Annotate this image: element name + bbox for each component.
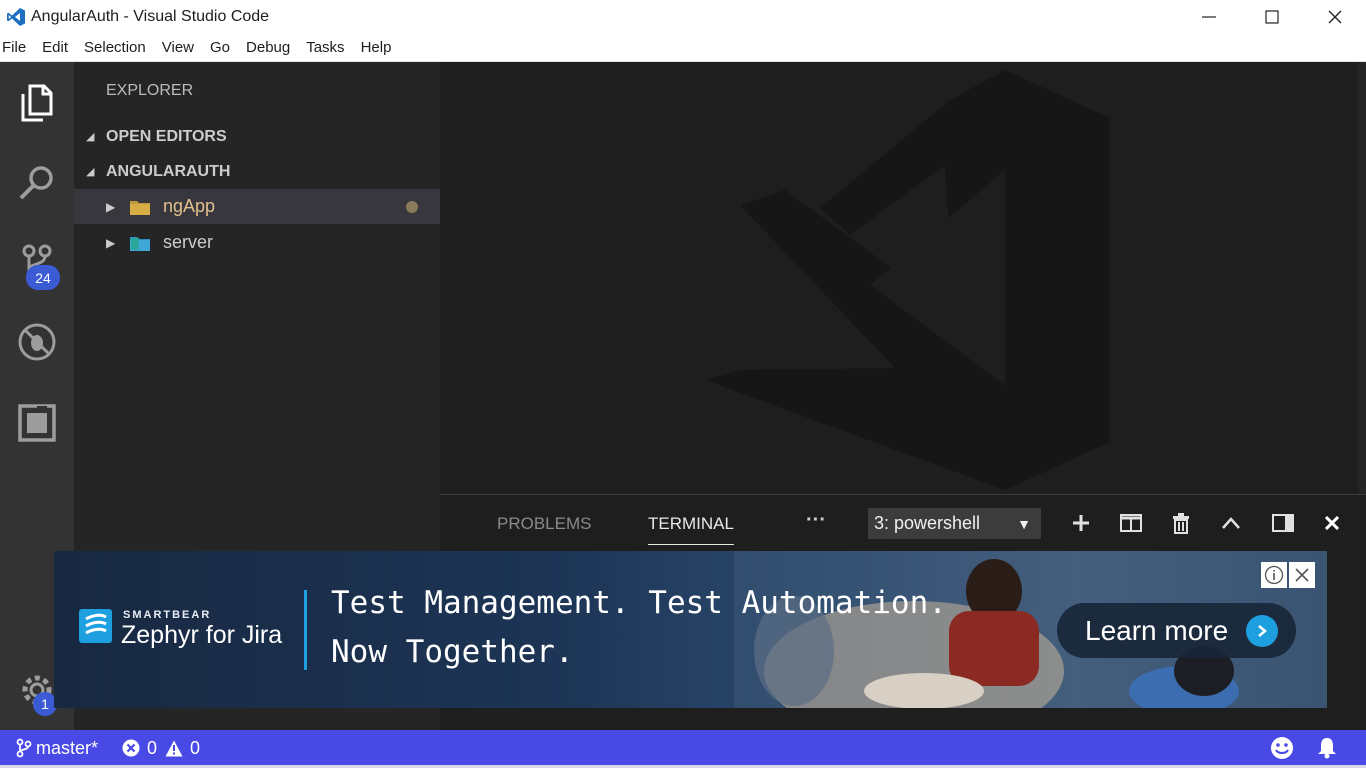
- error-icon: [122, 739, 140, 757]
- search-icon: [19, 166, 53, 200]
- ad-brand-product: Zephyr for Jira: [121, 621, 283, 649]
- git-branch-icon: [16, 738, 32, 758]
- open-editors-label: OPEN EDITORS: [106, 127, 227, 145]
- terminal-select-value: 3: powershell: [874, 513, 981, 533]
- ad-info-button[interactable]: [1261, 562, 1287, 588]
- tree-item-label: server: [163, 232, 214, 252]
- ad-divider: [304, 590, 307, 670]
- activity-extensions[interactable]: [0, 388, 74, 458]
- sidebar-title: EXPLORER: [106, 82, 194, 99]
- vscode-logo-icon: [5, 6, 27, 28]
- tree-item-ngapp[interactable]: ▶ ngApp: [74, 189, 440, 224]
- warning-icon: [165, 740, 183, 756]
- learn-more-button[interactable]: Learn more: [1057, 603, 1296, 658]
- error-count: 0: [147, 737, 158, 758]
- vscode-watermark-icon: [705, 70, 1110, 490]
- collapse-icon: ◢: [86, 131, 95, 143]
- menu-bar: File Edit Selection View Go Debug Tasks …: [0, 33, 1366, 62]
- menu-selection[interactable]: Selection: [84, 39, 146, 56]
- tab-problems[interactable]: PROBLEMS: [497, 514, 591, 534]
- workspace-folder-section[interactable]: ◢ ANGULARAUTH: [74, 154, 440, 189]
- tree-item-label: ngApp: [163, 196, 216, 216]
- close-icon: [1328, 10, 1341, 23]
- maximize-button[interactable]: [1240, 0, 1303, 33]
- tab-terminal[interactable]: TERMINAL: [648, 514, 734, 545]
- minimize-button[interactable]: [1177, 0, 1240, 33]
- modified-indicator-icon: [406, 200, 418, 213]
- warning-count: 0: [190, 737, 201, 758]
- close-window-button[interactable]: [1303, 0, 1366, 33]
- debug-icon: [18, 323, 56, 361]
- smiley-icon: [1271, 737, 1293, 759]
- split-terminal-button[interactable]: [1117, 509, 1145, 537]
- window-title: AngularAuth - Visual Studio Code: [31, 7, 270, 25]
- ad-brand-company: SMARTBEAR: [123, 609, 212, 621]
- ad-banner[interactable]: SMARTBEAR Zephyr for Jira Test Managemen…: [54, 551, 1327, 708]
- more-actions-button[interactable]: ···: [806, 509, 826, 532]
- chevron-right-icon: [1246, 615, 1278, 647]
- open-editors-section[interactable]: ◢ OPEN EDITORS: [74, 119, 440, 154]
- chevron-down-icon: ▼: [1017, 515, 1031, 532]
- explorer-icon: [21, 84, 53, 122]
- close-icon: [1295, 568, 1309, 582]
- minimize-icon: [1201, 15, 1216, 18]
- ad-headline-line1: Test Management. Test Automation.: [331, 585, 947, 621]
- ad-headline-line2: Now Together.: [331, 634, 574, 670]
- activity-debug[interactable]: [0, 307, 74, 377]
- menu-debug[interactable]: Debug: [246, 39, 290, 56]
- menu-tasks[interactable]: Tasks: [306, 39, 344, 56]
- extensions-icon: [18, 404, 56, 442]
- server-folder-icon: [129, 234, 151, 252]
- menu-view[interactable]: View: [162, 39, 194, 56]
- source-control-badge: 24: [26, 265, 60, 290]
- info-icon: [1264, 565, 1284, 585]
- activity-search[interactable]: [0, 148, 74, 218]
- folder-icon: [129, 198, 151, 216]
- toggle-panel-position-icon: [1272, 514, 1294, 532]
- workspace-folder-label: ANGULARAUTH: [106, 162, 231, 180]
- menu-file[interactable]: File: [2, 39, 26, 56]
- status-bar: master* 0 0: [0, 730, 1366, 768]
- zephyr-logo-icon: [79, 609, 112, 643]
- feedback-button[interactable]: [1270, 730, 1294, 766]
- expand-icon: ▶: [106, 199, 116, 214]
- kill-terminal-icon: [1173, 513, 1189, 534]
- problems-status[interactable]: 0 0: [122, 730, 200, 766]
- expand-icon: ▶: [106, 235, 116, 250]
- title-bar: AngularAuth - Visual Studio Code: [0, 0, 1366, 33]
- split-terminal-icon: [1120, 514, 1142, 532]
- bell-icon: [1318, 738, 1336, 759]
- branch-name: master*: [36, 737, 99, 758]
- maximize-panel-button[interactable]: [1217, 509, 1245, 537]
- activity-explorer[interactable]: [0, 68, 74, 138]
- branch-status[interactable]: master*: [16, 730, 98, 766]
- close-panel-icon: [1325, 516, 1339, 530]
- terminal-select[interactable]: 3: powershell ▼: [868, 508, 1041, 539]
- close-panel-button[interactable]: [1318, 509, 1346, 537]
- menu-go[interactable]: Go: [210, 39, 230, 56]
- kill-terminal-button[interactable]: [1167, 509, 1195, 537]
- menu-help[interactable]: Help: [361, 39, 392, 56]
- editor-scrollbar[interactable]: [1358, 62, 1366, 494]
- ad-close-button[interactable]: [1289, 562, 1315, 588]
- add-terminal-icon: [1073, 515, 1089, 531]
- notifications-button[interactable]: [1316, 730, 1338, 766]
- new-terminal-button[interactable]: [1067, 509, 1095, 537]
- maximize-panel-icon: [1222, 517, 1240, 529]
- toggle-panel-position-button[interactable]: [1269, 509, 1297, 537]
- editor-area: [440, 62, 1366, 494]
- menu-edit[interactable]: Edit: [42, 39, 68, 56]
- collapse-icon: ◢: [86, 166, 95, 178]
- learn-more-label: Learn more: [1085, 614, 1229, 646]
- maximize-icon: [1264, 9, 1279, 24]
- tree-item-server[interactable]: ▶ server: [74, 225, 440, 260]
